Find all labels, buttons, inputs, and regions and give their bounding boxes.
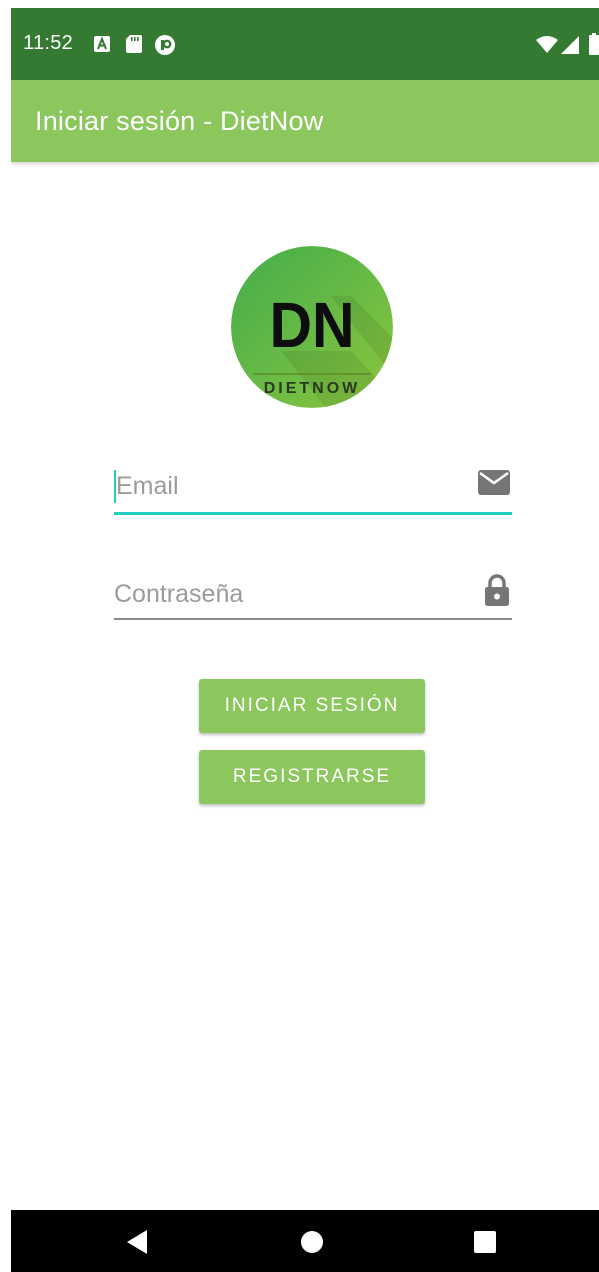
email-icon [478,470,510,500]
register-button[interactable]: REGISTRARSE [199,750,425,804]
password-underline [114,618,512,620]
password-input[interactable] [114,574,464,614]
home-icon[interactable] [298,1228,326,1256]
logo-brand: DIETNOW [263,380,361,397]
battery-icon [589,33,599,60]
back-icon[interactable] [123,1228,151,1256]
sync-icon [155,35,175,60]
app-logo: DN DIETNOW [231,246,393,408]
font-a-icon [94,35,110,58]
text-cursor [114,470,116,503]
status-time: 11:52 [23,32,74,54]
lock-icon [484,574,510,611]
password-field[interactable] [114,574,512,626]
page-title: Iniciar sesión - DietNow [35,106,324,136]
navigation-bar [11,1210,599,1272]
recents-icon[interactable] [471,1228,499,1256]
status-bar: 11:52 [11,8,599,80]
login-screen: 11:52 Iniciar sesión - DietNow DN DIETNO… [11,8,599,1272]
app-bar: Iniciar sesión - DietNow [11,80,599,162]
logo-initials: DN [269,289,355,361]
email-input[interactable] [114,466,466,506]
wifi-icon [536,36,558,58]
email-underline [114,512,512,515]
email-field[interactable] [114,466,512,518]
signal-icon [561,36,579,59]
login-button[interactable]: INICIAR SESIÓN [199,679,425,733]
sd-card-icon [126,35,142,58]
